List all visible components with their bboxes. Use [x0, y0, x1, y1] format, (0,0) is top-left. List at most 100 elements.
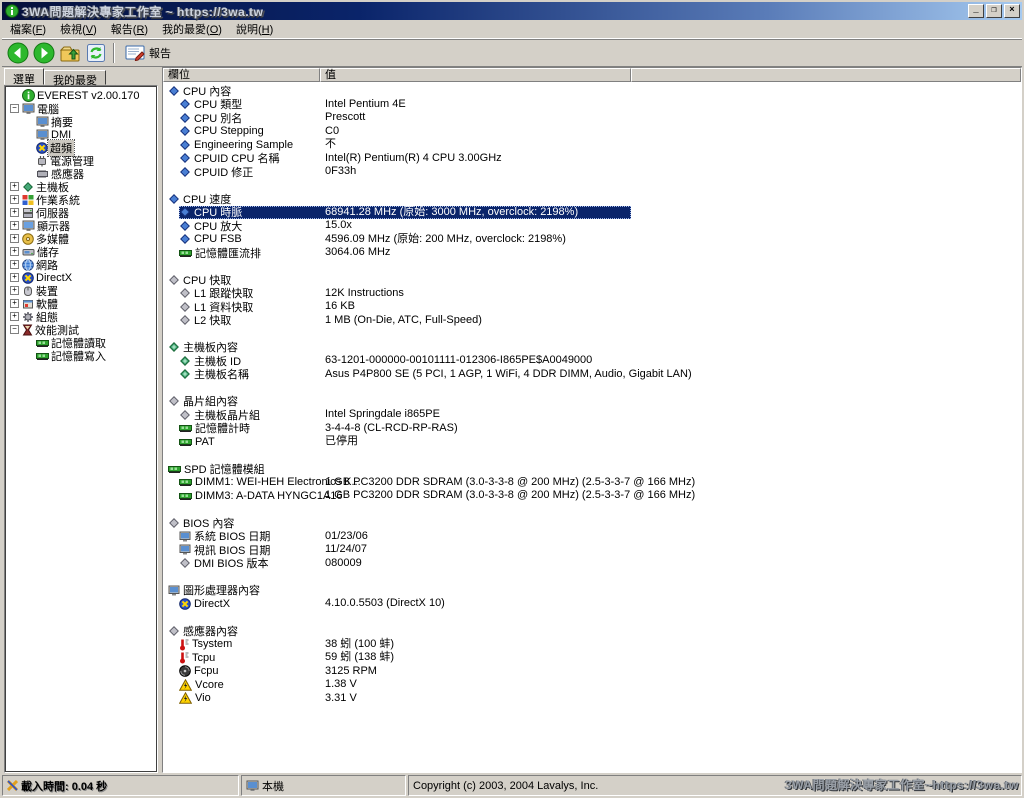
list-row[interactable]: DIMM1: WEI-HEH Electronics K...1 GB PC32…: [179, 476, 631, 490]
list-row[interactable]: Vio3.31 V: [179, 692, 631, 706]
cpu-icon: [179, 220, 191, 232]
list-row[interactable]: 主機板名稱Asus P4P800 SE (5 PCI, 1 AGP, 1 WiF…: [179, 368, 631, 382]
expand-icon[interactable]: +: [10, 195, 19, 204]
tree-item[interactable]: −電腦: [6, 102, 157, 115]
field-value: 11/24/07: [325, 543, 367, 557]
field-value: 12K Instructions: [325, 287, 404, 301]
tree-item[interactable]: +伺服器: [6, 206, 157, 219]
back-button[interactable]: [5, 41, 31, 65]
cpu-icon: [179, 125, 191, 137]
list-row[interactable]: CPU 別名Prescott: [179, 111, 631, 125]
list-section-row[interactable]: 感應器內容: [168, 624, 1021, 638]
menu-item-4[interactable]: 說明(H): [229, 19, 280, 40]
chip-icon: [168, 274, 180, 286]
list-row[interactable]: CPUID 修正0F33h: [179, 165, 631, 179]
expand-icon[interactable]: +: [10, 312, 19, 321]
up-button[interactable]: [57, 41, 83, 65]
list-row[interactable]: DIMM3: A-DATA HYNGC1A161 GB PC3200 DDR S…: [179, 489, 631, 503]
chip-icon: [168, 517, 180, 529]
field-label: CPU 放大: [194, 218, 242, 234]
list-row[interactable]: Vcore1.38 V: [179, 678, 631, 692]
list-section-row[interactable]: 圖形處理器內容: [168, 584, 1021, 598]
list-row[interactable]: Tcpu59 蚓 (138 蚌): [179, 651, 631, 665]
chip-icon: [179, 557, 191, 569]
refresh-button[interactable]: [83, 41, 109, 65]
storage-icon: [22, 247, 35, 257]
tab-menu[interactable]: 選單: [4, 68, 44, 85]
chip-icon: [168, 395, 180, 407]
list-row[interactable]: Tsystem38 蚓 (100 蚌): [179, 638, 631, 652]
field-value: 4596.09 MHz (原始: 200 MHz, overclock: 219…: [325, 233, 566, 247]
list-section-row[interactable]: CPU 內容: [168, 84, 1021, 98]
tree-item[interactable]: EVEREST v2.00.170: [6, 89, 157, 102]
field-value: C0: [325, 125, 339, 139]
list-row[interactable]: L2 快取1 MB (On-Die, ATC, Full-Speed): [179, 314, 631, 328]
chip-icon: [179, 301, 191, 313]
tab-favorites[interactable]: 我的最愛: [44, 70, 106, 85]
list-section-row[interactable]: 主機板內容: [168, 341, 1021, 355]
tree-item[interactable]: +裝置: [6, 284, 157, 297]
tree-item[interactable]: +網路: [6, 258, 157, 271]
list-section-row[interactable]: BIOS 內容: [168, 516, 1021, 530]
restore-button[interactable]: ❐: [986, 4, 1002, 18]
chip-icon: [168, 625, 180, 637]
field-value: Asus P4P800 SE (5 PCI, 1 AGP, 1 WiFi, 4 …: [325, 368, 692, 382]
field-value: 68941.28 MHz (原始: 3000 MHz, overclock: 2…: [325, 206, 578, 220]
list-row[interactable]: L1 資料快取16 KB: [179, 300, 631, 314]
list-row[interactable]: DirectX4.10.0.5503 (DirectX 10): [179, 597, 631, 611]
expand-icon[interactable]: +: [10, 260, 19, 269]
tree-item-label: 摘要: [49, 114, 75, 130]
menu-item-1[interactable]: 檢視(V): [53, 19, 104, 40]
tree-item[interactable]: 感應器: [6, 167, 157, 180]
expand-icon[interactable]: +: [10, 208, 19, 217]
column-header-field[interactable]: 欄位: [163, 68, 320, 82]
expand-icon[interactable]: +: [10, 247, 19, 256]
tree-item[interactable]: +儲存: [6, 245, 157, 258]
expand-icon[interactable]: +: [10, 221, 19, 230]
tree-item[interactable]: +作業系統: [6, 193, 157, 206]
tree-item[interactable]: +軟體: [6, 297, 157, 310]
list-row[interactable]: CPU SteppingC0: [179, 125, 631, 139]
collapse-icon[interactable]: −: [10, 325, 19, 334]
section-title: 圖形處理器內容: [183, 582, 260, 598]
tree-item[interactable]: +顯示器: [6, 219, 157, 232]
menu-item-0[interactable]: 檔案(F): [3, 19, 53, 40]
everest-x-icon: [7, 780, 18, 791]
list-row[interactable]: CPU 放大15.0x: [179, 219, 631, 233]
close-button[interactable]: ×: [1004, 4, 1020, 18]
tree-item[interactable]: +多媒體: [6, 232, 157, 245]
ram-icon: [179, 437, 192, 447]
expand-icon[interactable]: +: [10, 299, 19, 308]
list-row[interactable]: 記憶體計時3-4-4-8 (CL-RCD-RP-RAS): [179, 422, 631, 436]
list-row[interactable]: 記憶體匯流排3064.06 MHz: [179, 246, 631, 260]
field-value: 59 蚓 (138 蚌): [325, 651, 394, 665]
tree-item[interactable]: +組態: [6, 310, 157, 323]
list-header: 欄位 值: [163, 68, 1021, 82]
tree-item[interactable]: 摘要: [6, 115, 157, 128]
tree-item[interactable]: +DirectX: [6, 271, 157, 284]
tree-item[interactable]: 記憶體寫入: [6, 349, 157, 362]
forward-button[interactable]: [31, 41, 57, 65]
column-header-value[interactable]: 值: [320, 68, 631, 82]
list-row[interactable]: DMI BIOS 版本080009: [179, 557, 631, 571]
expand-icon[interactable]: +: [10, 234, 19, 243]
list-row[interactable]: CPU 類型Intel Pentium 4E: [179, 98, 631, 112]
minimize-button[interactable]: _: [968, 4, 984, 18]
list-section-row[interactable]: CPU 快取: [168, 273, 1021, 287]
expand-icon[interactable]: +: [10, 273, 19, 282]
expand-icon[interactable]: +: [10, 182, 19, 191]
list-section-row[interactable]: SPD 記憶體模組: [168, 462, 1021, 476]
list-section-row[interactable]: CPU 速度: [168, 192, 1021, 206]
menu-item-3[interactable]: 我的最愛(O): [155, 19, 229, 40]
tree-item[interactable]: DMI: [6, 128, 157, 141]
list-row[interactable]: PAT已停用: [179, 435, 631, 449]
list-row[interactable]: CPU 時脈68941.28 MHz (原始: 3000 MHz, overcl…: [179, 206, 631, 220]
status-loading-cell: 載入時間: 0.04 秒: [2, 775, 239, 796]
expand-icon[interactable]: +: [10, 286, 19, 295]
menu-item-2[interactable]: 報告(R): [104, 19, 155, 40]
report-button[interactable]: 報告: [119, 41, 177, 65]
list-row[interactable]: Fcpu3125 RPM: [179, 665, 631, 679]
list-section-row[interactable]: 晶片組內容: [168, 395, 1021, 409]
field-label: CPU FSB: [194, 233, 242, 245]
collapse-icon[interactable]: −: [10, 104, 19, 113]
